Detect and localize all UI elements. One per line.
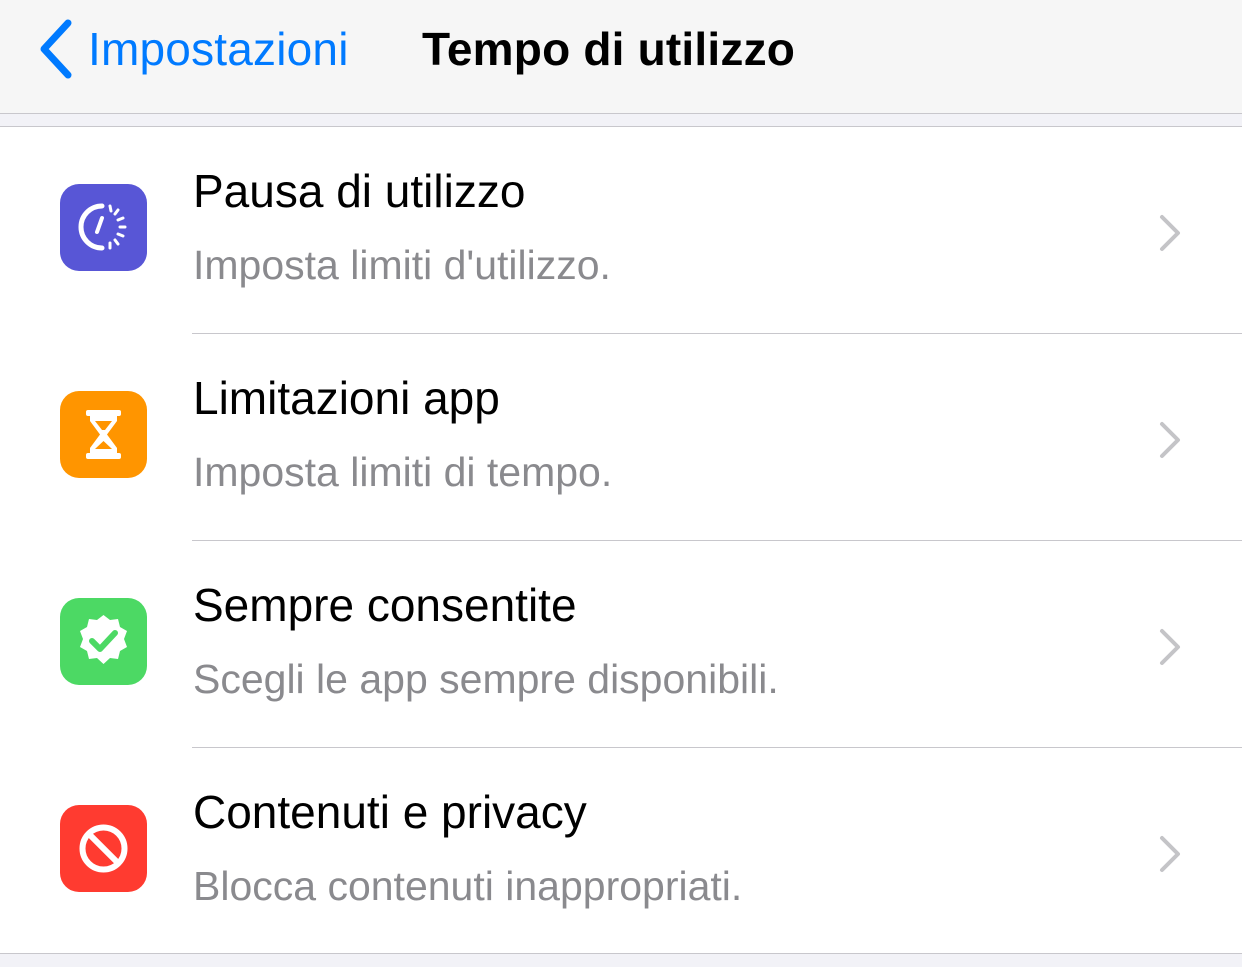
back-button[interactable]: Impostazioni	[36, 14, 349, 84]
list-item-subtitle: Imposta limiti di tempo.	[193, 449, 613, 495]
chevron-right-icon	[1160, 215, 1180, 251]
navigation-bar: Impostazioni Tempo di utilizzo	[0, 0, 1242, 114]
back-button-label: Impostazioni	[88, 23, 349, 75]
hourglass-icon	[60, 391, 147, 478]
chevron-right-icon	[1160, 629, 1180, 665]
no-entry-icon	[60, 805, 147, 892]
list-item-subtitle: Blocca contenuti inappropriati.	[193, 863, 743, 909]
settings-list: Pausa di utilizzo Imposta limiti d'utili…	[0, 126, 1242, 954]
list-item-app-limits[interactable]: Limitazioni app Imposta limiti di tempo.	[0, 334, 1242, 541]
list-item-subtitle: Imposta limiti d'utilizzo.	[193, 242, 611, 288]
list-item-title: Pausa di utilizzo	[193, 165, 526, 217]
downtime-icon	[60, 184, 147, 271]
list-item-downtime[interactable]: Pausa di utilizzo Imposta limiti d'utili…	[0, 127, 1242, 334]
chevron-left-icon	[40, 19, 72, 79]
page-title: Tempo di utilizzo	[422, 23, 796, 75]
list-item-subtitle: Scegli le app sempre disponibili.	[193, 656, 779, 702]
list-item-title: Limitazioni app	[193, 372, 500, 424]
list-item-title: Contenuti e privacy	[193, 786, 587, 838]
screen-time-settings-page: Impostazioni Tempo di utilizzo Pausa di …	[0, 0, 1242, 967]
list-item-title: Sempre consentite	[193, 579, 577, 631]
list-item-always-allowed[interactable]: Sempre consentite Scegli le app sempre d…	[0, 541, 1242, 748]
list-item-content-privacy[interactable]: Contenuti e privacy Blocca contenuti ina…	[0, 748, 1242, 955]
checkmark-badge-icon	[60, 598, 147, 685]
chevron-right-icon	[1160, 422, 1180, 458]
chevron-right-icon	[1160, 836, 1180, 872]
